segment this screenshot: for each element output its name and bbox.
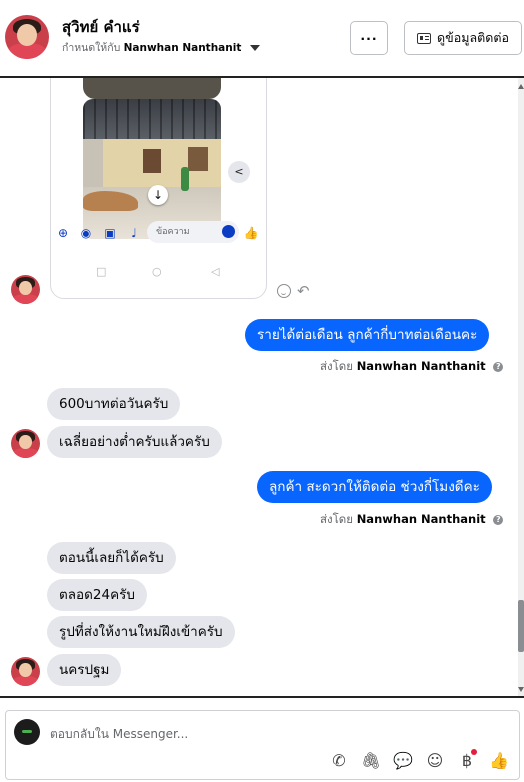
assigned-prefix: กำหนดให้กับ xyxy=(62,42,121,54)
scroll-down-arrow-icon[interactable] xyxy=(518,687,524,692)
composer-area: ตอบกลับใน Messenger... ✆ 🖇 💬 ☺ ฿ 👍 xyxy=(0,696,524,782)
construction-photo[interactable] xyxy=(83,99,221,239)
gallery-icon: ▣ xyxy=(104,226,116,240)
reply-icon[interactable]: ↶ xyxy=(297,284,310,299)
contact-name[interactable]: สุวิทย์ คำแร่ xyxy=(62,15,140,39)
more-options-button[interactable]: ··· xyxy=(350,21,388,55)
sent-by-label: ส่งโดย Nanwhan Nanthanit ? xyxy=(320,511,504,529)
contact-avatar[interactable] xyxy=(5,15,49,59)
payment-baht-icon[interactable]: ฿ xyxy=(457,749,477,771)
sent-by-label: ส่งโดย Nanwhan Nanthanit ? xyxy=(320,358,504,376)
message-bubble-incoming[interactable]: รูปที่ส่งให้งานใหม่ฝึงเข้าครับ xyxy=(47,616,235,648)
message-bubble-outgoing[interactable]: ลูกค้า สะดวกให้ติดต่อ ช่วงกี่โมงดีคะ xyxy=(257,471,492,503)
recent-apps-icon: □ xyxy=(96,265,107,278)
emoji-icon xyxy=(222,225,235,238)
view-contact-label: ดูข้อมูลติดต่อ xyxy=(437,30,509,45)
image-attachment[interactable]: ↓ < ⊕ ◉ ▣ ♩ ข้อความ 👍 □ ○ ◁ xyxy=(50,78,267,299)
contact-card-icon xyxy=(417,32,432,44)
emoji-icon[interactable]: ☺ xyxy=(425,751,445,771)
caret-down-icon xyxy=(249,45,260,51)
sent-by-name: Nanwhan Nanthanit xyxy=(356,359,486,373)
help-icon[interactable]: ? xyxy=(493,361,504,372)
page-avatar xyxy=(14,719,40,745)
sent-by-prefix: ส่งโดย xyxy=(320,512,354,526)
message-actions: ↶ xyxy=(277,284,310,299)
phone-icon[interactable]: ✆ xyxy=(329,751,349,771)
message-bubble-outgoing[interactable]: รายได้ต่อเดือน ลูกค้ากี่บาทต่อเดือนคะ xyxy=(245,319,490,351)
thread-scrollbar[interactable] xyxy=(518,78,524,696)
phone-input-placeholder: ข้อความ xyxy=(156,227,190,237)
message-bubble-incoming[interactable]: ตลอด24ครับ xyxy=(47,579,147,611)
message-thread[interactable]: ↓ < ⊕ ◉ ▣ ♩ ข้อความ 👍 □ ○ ◁ ↶ รายได้ต่อเ… xyxy=(0,78,524,696)
phone-message-input: ข้อความ xyxy=(147,221,239,243)
download-icon[interactable]: ↓ xyxy=(148,185,168,205)
view-contact-button[interactable]: ดูข้อมูลติดต่อ xyxy=(404,21,522,55)
message-bubble-incoming[interactable]: 600บาทต่อวันครับ xyxy=(47,388,181,420)
sender-avatar[interactable] xyxy=(11,657,40,686)
like-icon[interactable]: 👍 xyxy=(489,751,509,771)
plus-icon: ⊕ xyxy=(57,226,69,240)
reply-input[interactable]: ตอบกลับใน Messenger... xyxy=(50,725,188,744)
more-icon: ··· xyxy=(360,30,378,46)
message-bubble-incoming[interactable]: นครปฐม xyxy=(47,654,122,686)
assigned-to: Nanwhan Nanthanit xyxy=(123,42,242,54)
assignment-dropdown[interactable]: กำหนดให้กับ Nanwhan Nanthanit xyxy=(62,39,260,56)
mic-icon: ♩ xyxy=(131,226,137,240)
message-bubble-incoming[interactable]: ตอนนี้เลยก็ได้ครับ xyxy=(47,542,176,574)
reply-composer[interactable]: ตอบกลับใน Messenger... ✆ 🖇 💬 ☺ ฿ 👍 xyxy=(5,710,520,780)
sender-avatar[interactable] xyxy=(11,275,40,304)
back-icon: ◁ xyxy=(211,265,220,278)
sent-by-prefix: ส่งโดย xyxy=(320,359,354,373)
notification-dot xyxy=(471,749,477,755)
home-icon: ○ xyxy=(152,265,162,278)
camera-icon: ◉ xyxy=(80,226,92,240)
share-icon[interactable]: < xyxy=(228,161,250,183)
composer-toolbar: ✆ 🖇 💬 ☺ ฿ 👍 xyxy=(329,749,509,771)
help-icon[interactable]: ? xyxy=(493,514,504,525)
previous-image-crop xyxy=(83,78,221,99)
scrollbar-thumb[interactable] xyxy=(518,600,524,652)
message-bubble-incoming[interactable]: เฉลี่ยอย่างต่ำครับแล้วครับ xyxy=(47,426,222,458)
sender-avatar[interactable] xyxy=(11,429,40,458)
like-icon: 👍 xyxy=(243,226,259,240)
saved-replies-icon[interactable]: 💬 xyxy=(393,751,413,771)
conversation-header: สุวิทย์ คำแร่ กำหนดให้กับ Nanwhan Nantha… xyxy=(0,0,524,78)
sent-by-name: Nanwhan Nanthanit xyxy=(356,512,486,526)
attachment-icon[interactable]: 🖇 xyxy=(361,751,381,771)
react-smiley-icon[interactable] xyxy=(277,284,291,298)
scroll-up-arrow-icon[interactable] xyxy=(518,84,524,89)
